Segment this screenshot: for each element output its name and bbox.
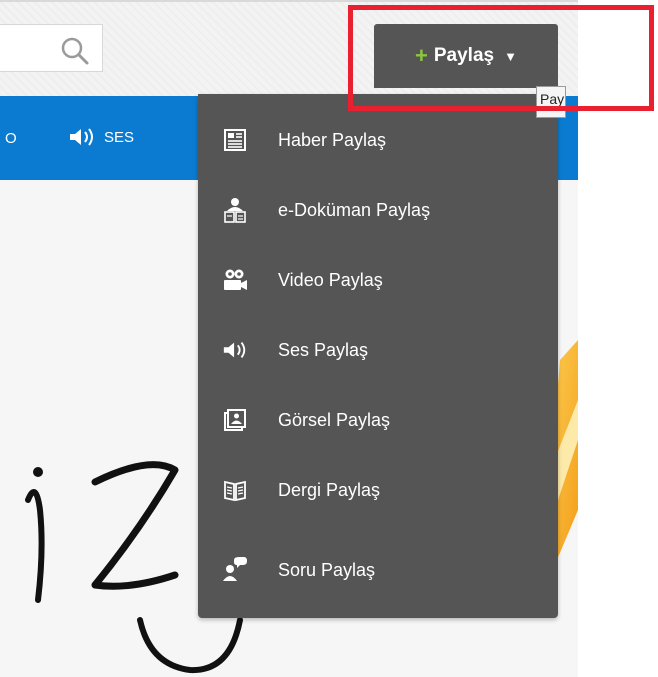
menu-item-label: e-Doküman Paylaş	[278, 199, 431, 220]
menu-item-edokuman[interactable]: e-Doküman Paylaş	[198, 182, 558, 238]
menu-item-gorsel[interactable]: Görsel Paylaş	[198, 392, 558, 448]
video-camera-icon	[222, 267, 248, 293]
menu-item-dergi[interactable]: Dergi Paylaş	[198, 462, 558, 518]
share-dropdown-menu: Haber Paylaş e-Doküman Paylaş Video Payl…	[198, 94, 558, 618]
question-user-icon	[222, 557, 248, 583]
highlight-annotation	[348, 5, 654, 111]
speaker-icon	[70, 128, 93, 146]
speaker-icon	[222, 337, 248, 363]
picture-icon	[222, 407, 248, 433]
menu-item-soru[interactable]: Soru Paylaş	[198, 542, 558, 598]
menu-item-label: Ses Paylaş	[278, 339, 369, 360]
menu-item-label: Görsel Paylaş	[278, 409, 391, 430]
newspaper-icon	[222, 127, 248, 153]
menu-item-video[interactable]: Video Paylaş	[198, 252, 558, 308]
menu-item-label: Haber Paylaş	[278, 129, 387, 150]
menu-item-haber[interactable]: Haber Paylaş	[198, 112, 558, 168]
menu-item-label: Dergi Paylaş	[278, 479, 381, 500]
nav-item-ses[interactable]: SES	[68, 127, 134, 147]
magazine-icon	[222, 477, 248, 503]
search-icon[interactable]	[59, 35, 91, 67]
nav-item-partial[interactable]: O	[5, 130, 18, 147]
menu-item-label: Video Paylaş	[278, 269, 383, 290]
search-input[interactable]	[0, 24, 103, 72]
document-share-icon	[222, 197, 248, 223]
menu-item-label: Soru Paylaş	[278, 559, 376, 580]
nav-item-ses-label: SES	[104, 128, 135, 146]
menu-item-ses[interactable]: Ses Paylaş	[198, 322, 558, 378]
